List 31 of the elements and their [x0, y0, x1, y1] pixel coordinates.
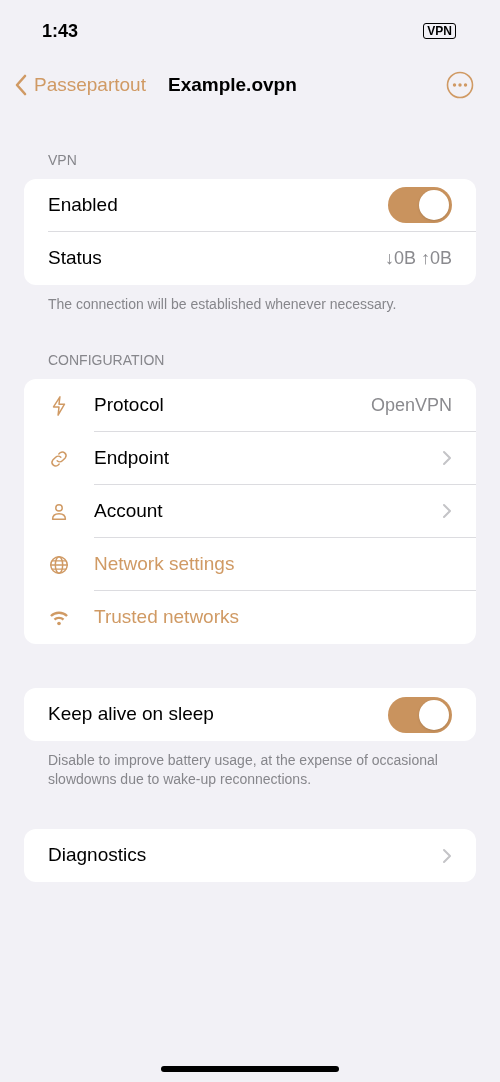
- page-title: Example.ovpn: [167, 72, 298, 97]
- chevron-right-icon: [442, 503, 452, 519]
- chevron-right-icon: [442, 450, 452, 466]
- toggle-switch[interactable]: [388, 187, 452, 223]
- vpn-badge: VPN: [423, 23, 456, 39]
- row-label: Trusted networks: [94, 605, 240, 630]
- row-label: Status: [48, 246, 103, 271]
- row-label: Protocol: [94, 392, 165, 417]
- chevron-right-icon: [442, 847, 452, 864]
- globe-icon: [48, 553, 70, 576]
- row-label: Diagnostics: [48, 843, 148, 868]
- section-footer: The connection will be established whenever necessary.: [0, 285, 500, 314]
- settings-row[interactable]: Endpoint: [24, 432, 476, 485]
- section-footer: Disable to improve battery usage, at the expense of occasional slowdowns due to wake-up reconnections.: [0, 741, 500, 789]
- row-label: Enabled: [48, 192, 119, 217]
- settings-row[interactable]: Account: [24, 485, 476, 538]
- section-header: CONFIGURATION: [47, 351, 166, 370]
- row-label: Network settings: [94, 551, 236, 576]
- chevron-left-icon: [14, 74, 28, 96]
- row-value: ↓0B ↑0B: [384, 247, 452, 270]
- settings-row[interactable]: Keep alive on sleep: [24, 688, 476, 741]
- row-label: Endpoint: [94, 445, 170, 470]
- toggle-switch[interactable]: [388, 696, 452, 733]
- settings-row[interactable]: Diagnostics: [24, 829, 476, 882]
- settings-row[interactable]: Enabled: [24, 179, 476, 232]
- row-label: Account: [94, 498, 164, 523]
- row-value: OpenVPN: [370, 393, 452, 417]
- section-header: VPN: [47, 151, 78, 170]
- more-icon[interactable]: [446, 71, 474, 99]
- clock-time: 1:43: [42, 19, 79, 43]
- row-label: Keep alive on sleep: [48, 702, 215, 727]
